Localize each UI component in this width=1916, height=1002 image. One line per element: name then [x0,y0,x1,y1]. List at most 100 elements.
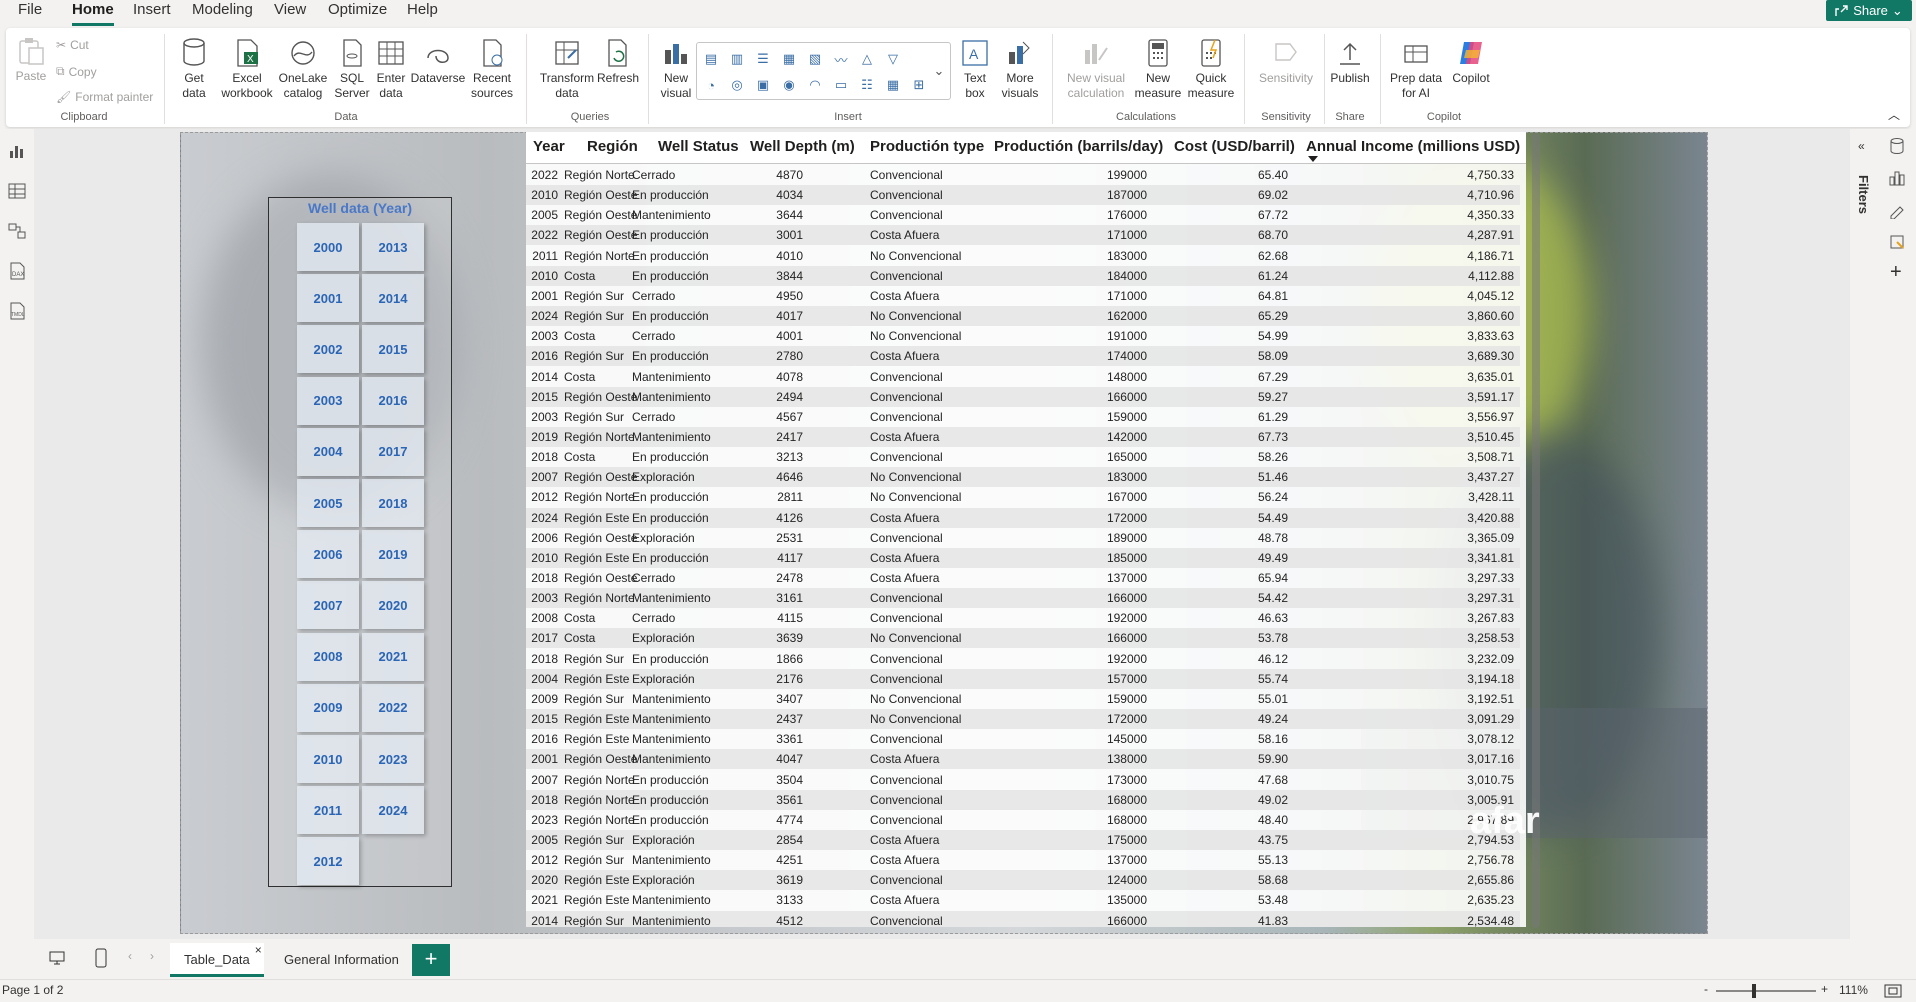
slicer-year-tile[interactable]: 2003 [297,376,359,425]
prep-data-for-ai-button[interactable]: Prep data for AI [1386,38,1446,101]
table-view-icon[interactable] [7,181,27,201]
menu-home[interactable]: Home [72,0,114,26]
stacked-column-chart-icon[interactable]: ▧ [805,49,825,69]
table-row[interactable]: 2005 Región Sur Exploración 2854 Costa Afuer… [526,829,1520,850]
slicer-year-tile[interactable]: 2004 [297,427,359,476]
menu-file[interactable]: File [18,0,42,26]
table-row[interactable]: 2024 Región Sur En producción 4017 No Conven… [526,306,1520,327]
stacked-bar-chart-icon[interactable]: ▤ [701,49,721,69]
menu-optimize[interactable]: Optimize [328,0,387,26]
column-header-year[interactable]: Year [533,138,565,155]
slicer-year-tile[interactable]: 2022 [362,683,424,732]
new-visual-button[interactable]: New visual [658,38,694,101]
data-pane-icon[interactable] [1888,137,1906,155]
clustered-column-chart-icon[interactable]: ▦ [779,49,799,69]
slicer-year-tile[interactable]: 2015 [362,325,424,374]
add-pane-icon[interactable]: + [1890,261,1902,284]
slicer-year-tile[interactable]: 2018 [362,479,424,527]
slicer-year-tile[interactable]: 2010 [297,735,359,783]
ribbon-chart-icon[interactable]: ▽ [883,49,903,69]
table-row[interactable]: 2015 Región Oeste Mantenimiento 2494 Convenc… [526,386,1520,407]
new-measure-button[interactable]: New measure [1134,38,1182,101]
model-view-icon[interactable] [7,221,27,241]
slicer-year-tile[interactable]: 2017 [362,427,424,476]
table-row[interactable]: 2014 Región Sur Mantenimiento 4512 Convencio… [526,910,1520,927]
format-painter-button[interactable]: 🖌 Format painter [56,90,153,104]
slicer-year-tile[interactable]: 2020 [362,581,424,630]
menu-view[interactable]: View [274,0,306,26]
cut-button[interactable]: ✂ Cut [56,38,89,52]
table-icon[interactable]: ▦ [883,75,903,95]
share-button[interactable]: Share ⌄ [1826,0,1912,21]
map-icon[interactable]: ◉ [779,75,799,95]
zoom-slider-thumb[interactable] [1752,984,1756,998]
well-data-table[interactable]: Year Región Well Status Well Depth (m) P… [526,132,1526,927]
slicer-year-tile[interactable]: 2009 [297,683,359,732]
mobile-layout-icon[interactable] [94,948,108,968]
matrix-icon[interactable]: ⊞ [909,75,929,95]
table-row[interactable]: 2021 Región Este Mantenimiento 3133 Costa Af… [526,890,1520,910]
slicer-year-tile[interactable]: 2012 [297,837,359,886]
slicer-year-tile[interactable]: 2024 [362,786,424,835]
gauge-icon[interactable]: ◠ [805,75,825,95]
table-row[interactable]: 2004 Región Este Exploración 2176 Convencion… [526,668,1520,689]
dax-query-view-icon[interactable]: DAX [7,261,27,281]
column-header-well-depth[interactable]: Well Depth (m) [750,138,855,155]
table-row[interactable]: 2007 Región Norte En producción 3504 Convenc… [526,770,1520,790]
more-visuals-button[interactable]: More visuals [998,38,1042,101]
menu-modeling[interactable]: Modeling [192,0,253,26]
slicer-year-tile[interactable]: 2013 [362,223,424,271]
copy-button[interactable]: ⧉ Copy [56,64,97,79]
sensitivity-button[interactable]: Sensitivity [1256,38,1316,86]
sort-descending-icon[interactable] [1308,156,1318,162]
format-pane-icon[interactable] [1888,201,1906,219]
excel-workbook-button[interactable]: X Excel workbook [218,38,276,101]
table-row[interactable]: 2003 Costa Cerrado 4001 No Convencional 19100… [526,326,1520,346]
slicer-year-tile[interactable]: 2023 [362,735,424,783]
donut-chart-icon[interactable]: ◎ [727,75,747,95]
card-icon[interactable]: ▭ [831,75,851,95]
zoom-slider[interactable] [1716,984,1816,998]
onelake-catalog-button[interactable]: OneLake catalog [274,38,332,101]
collapse-ribbon-icon[interactable]: ︿ [1888,106,1900,123]
bookmarks-pane-icon[interactable] [1888,233,1906,251]
slicer-year-tile[interactable]: 2016 [362,376,424,425]
transform-data-button[interactable]: Transform data [538,38,596,101]
table-row[interactable]: 2001 Región Oeste Mantenimiento 4047 Costa A… [526,749,1520,770]
table-row[interactable]: 2008 Costa Cerrado 4115 Convencional 192000 46… [526,608,1520,628]
slicer-icon[interactable]: ☷ [857,75,877,95]
slicer-year-tile[interactable]: 2008 [297,632,359,681]
table-row[interactable]: 2019 Región Norte Mantenimiento 2417 Costa A… [526,426,1520,447]
next-page-icon[interactable]: › [150,949,154,963]
slicer-year-tile[interactable]: 2014 [362,274,424,323]
table-row[interactable]: 2022 Región Norte Cerrado 4870 Convencional 1… [526,165,1520,185]
page-tab-general-information[interactable]: General Information [270,943,413,977]
tmdl-view-icon[interactable]: TMDL [7,301,27,321]
close-tab-icon[interactable]: × [255,933,262,967]
prev-page-icon[interactable]: ‹ [128,949,132,963]
table-row[interactable]: 2023 Región Norte En producción 4774 Convenc… [526,810,1520,830]
dataverse-button[interactable]: Dataverse [410,38,466,86]
collapse-filters-icon[interactable]: « [1858,139,1865,153]
table-row[interactable]: 2024 Región Este En producción 4126 Costa Af… [526,507,1520,528]
column-header-production[interactable]: Productión (barrils/day) [994,138,1163,155]
report-view-icon[interactable] [7,141,27,161]
paste-button[interactable]: Paste [16,36,46,84]
table-row[interactable]: 2006 Región Oeste Exploración 2531 Convencio… [526,528,1520,548]
filters-pane-tab[interactable]: Filters [1856,175,1871,214]
zoom-in-button[interactable]: + [1821,982,1828,996]
line-chart-icon[interactable]: 〰 [831,49,851,69]
table-row[interactable]: 2010 Región Oeste En producción 4034 Convenc… [526,185,1520,206]
copilot-button[interactable]: Copilot [1446,38,1496,86]
column-header-region[interactable]: Región [587,138,638,155]
table-row[interactable]: 2005 Región Oeste Mantenimiento 3644 Convenc… [526,205,1520,225]
add-page-button[interactable]: + [412,944,450,976]
table-row[interactable]: 2018 Región Oeste Cerrado 2478 Costa Afuera 1… [526,568,1520,588]
refresh-button[interactable]: Refresh [596,38,640,86]
desktop-layout-icon[interactable] [48,949,66,967]
column-header-production-type[interactable]: Productión type [870,138,984,155]
area-chart-icon[interactable]: △ [857,49,877,69]
table-row[interactable]: 2018 Región Sur En producción 1866 Convencio… [526,649,1520,669]
slicer-year-tile[interactable]: 2019 [362,530,424,579]
gallery-expand-icon[interactable]: ⌄ [929,61,949,81]
